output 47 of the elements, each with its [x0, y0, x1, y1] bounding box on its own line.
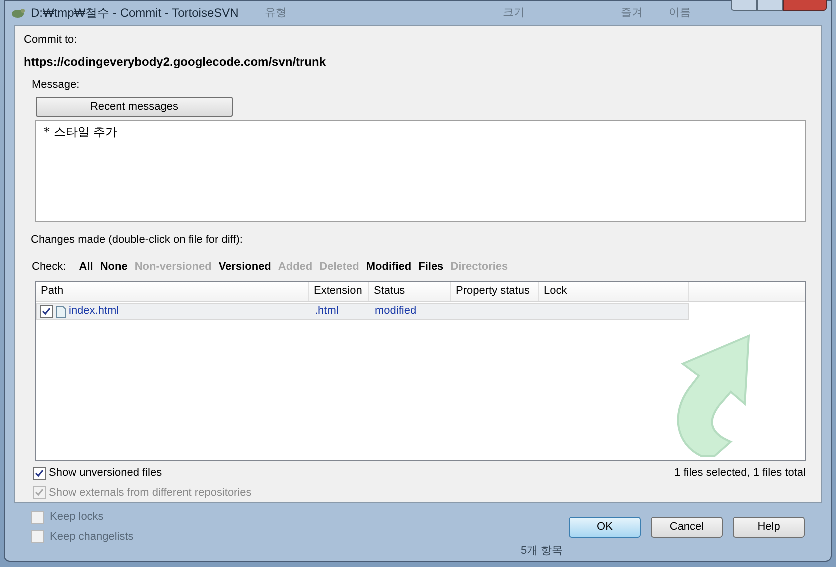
- maximize-button[interactable]: [757, 0, 783, 11]
- check-label: Check:: [32, 260, 66, 274]
- checkbox[interactable]: [33, 466, 46, 480]
- path-cell-text: index.html: [69, 304, 120, 320]
- column-header[interactable]: Path: [36, 282, 309, 301]
- file-row[interactable]: index.html .html modified: [36, 303, 689, 320]
- check-filter-link[interactable]: Files: [418, 258, 444, 275]
- checkmark-icon: [35, 468, 44, 478]
- dialog-button[interactable]: Cancel: [651, 517, 723, 538]
- minimize-button[interactable]: [731, 0, 757, 11]
- message-label: Message:: [32, 78, 81, 92]
- background-header-text: 즐겨: [620, 6, 643, 21]
- check-filter-link[interactable]: All: [79, 258, 94, 275]
- option-label: Keep locks: [50, 510, 104, 525]
- background-header-text: 유형: [264, 6, 287, 21]
- column-header[interactable]: Lock: [539, 282, 689, 301]
- checkmark-icon: [42, 307, 51, 316]
- changes-label: Changes made (double-click on file for diff):: [31, 233, 244, 248]
- dialog-button[interactable]: OK: [569, 517, 641, 538]
- status-cell-text: modified: [374, 304, 418, 320]
- option-label: Show externals from different repositories: [49, 486, 252, 500]
- turtle-icon: [11, 6, 25, 20]
- check-filter-link[interactable]: None: [100, 258, 128, 275]
- checkmark-icon: [35, 488, 44, 498]
- file-icon: [56, 306, 66, 318]
- checkbox[interactable]: [40, 305, 53, 318]
- item-count: 5개 항목: [521, 544, 564, 559]
- option-label: Show unversioned files: [49, 466, 162, 481]
- check-filter-link[interactable]: Versioned: [218, 258, 272, 275]
- option-label: Keep changelists: [50, 530, 134, 544]
- selection-summary: 1 files selected, 1 files total: [674, 466, 806, 481]
- close-button[interactable]: [783, 0, 827, 11]
- commit-to-label: Commit to:: [24, 33, 78, 48]
- window-title: D:₩tmp₩철수 - Commit - TortoiseSVN: [31, 5, 239, 22]
- message-field[interactable]: * 스타일 추가: [35, 120, 806, 222]
- column-header[interactable]: Extension: [309, 282, 369, 301]
- checkbox[interactable]: [31, 530, 44, 544]
- column-header[interactable]: Property status: [451, 282, 539, 301]
- extension-cell-text: .html: [314, 304, 340, 320]
- check-filter-link[interactable]: Modified: [366, 258, 412, 275]
- background-header-text: 크기: [502, 6, 525, 21]
- dialog-button[interactable]: Help: [733, 517, 805, 538]
- recent-messages-button[interactable]: Recent messages: [36, 97, 233, 117]
- column-header[interactable]: Status: [369, 282, 451, 301]
- checkbox[interactable]: [31, 510, 44, 524]
- background-header-text: 이름: [668, 6, 691, 21]
- repository-url: https://codingeverybody2.googlecode.com/svn/trunk: [24, 54, 328, 70]
